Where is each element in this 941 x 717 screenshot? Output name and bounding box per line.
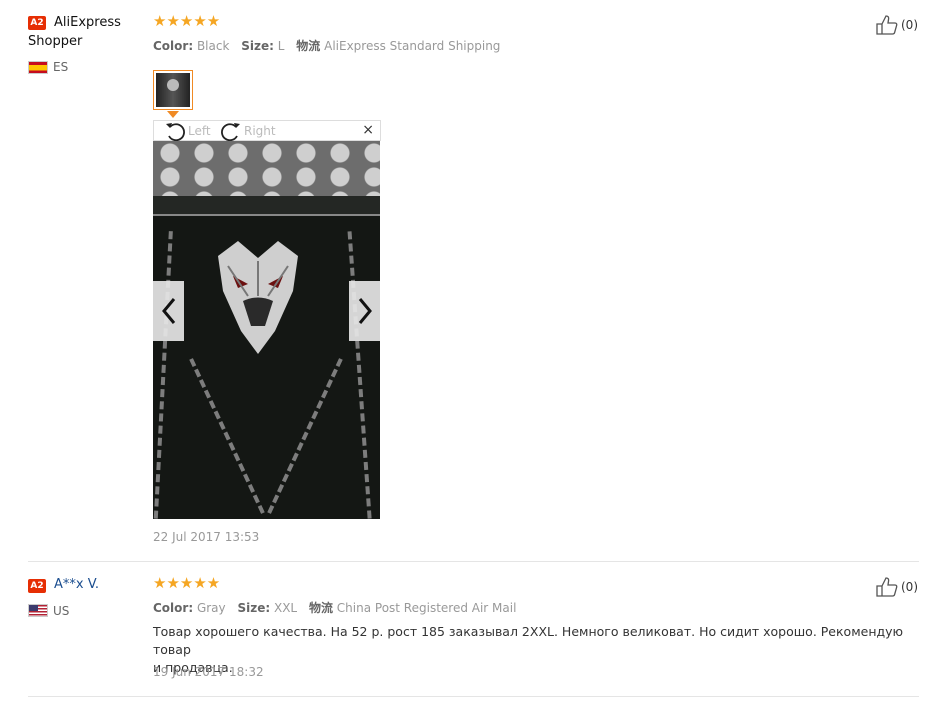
rotate-left-label: Left bbox=[188, 124, 211, 138]
reviewer-country: ES bbox=[53, 60, 69, 74]
review-divider bbox=[28, 696, 919, 697]
rotate-left-button[interactable]: Left bbox=[164, 121, 211, 141]
review-text-line: Товар хорошего качества. На 52 р. рост 1… bbox=[153, 624, 904, 657]
thumbnail-pointer bbox=[167, 111, 179, 118]
reviewer-name-line2: Shopper bbox=[28, 34, 83, 49]
spain-flag-icon bbox=[28, 61, 48, 74]
color-label: Color: bbox=[153, 39, 194, 53]
shipping-label: 物流 bbox=[296, 39, 321, 53]
seam bbox=[189, 358, 265, 514]
purchase-attributes: Color: Black Size: L 物流 AliExpress Stand… bbox=[153, 37, 500, 54]
reviewer-name: AliExpress bbox=[54, 15, 121, 30]
rotate-left-icon bbox=[166, 123, 185, 141]
reviewer-badge: A2 bbox=[28, 16, 46, 30]
reviewer-name[interactable]: A**x V. bbox=[54, 575, 99, 594]
color-value: Black bbox=[196, 39, 230, 53]
wolf-print-image bbox=[218, 241, 298, 354]
chevron-right-icon bbox=[358, 298, 372, 324]
helpful-button[interactable]: (0) bbox=[876, 577, 918, 597]
thumbnail-image bbox=[156, 73, 190, 107]
helpful-count: (0) bbox=[901, 580, 918, 594]
size-value: L bbox=[277, 39, 285, 53]
star-rating: ★★★★★ bbox=[153, 574, 221, 592]
us-flag-icon bbox=[28, 604, 48, 617]
seam bbox=[153, 231, 173, 519]
shipping-value: AliExpress Standard Shipping bbox=[324, 39, 501, 53]
reviewer-country: US bbox=[53, 604, 70, 618]
size-value: XXL bbox=[273, 601, 298, 615]
seam bbox=[267, 358, 343, 514]
review-photo bbox=[153, 141, 380, 519]
shipping-value: China Post Registered Air Mail bbox=[336, 601, 517, 615]
waistband bbox=[153, 196, 380, 216]
rotate-right-label: Right bbox=[244, 124, 276, 138]
polka-dot-waistband bbox=[153, 141, 380, 201]
previous-photo-button[interactable] bbox=[153, 281, 184, 341]
seam bbox=[347, 231, 373, 519]
next-photo-button[interactable] bbox=[349, 281, 380, 341]
close-icon[interactable]: × bbox=[362, 122, 374, 138]
purchase-attributes: Color: Gray Size: XXL 物流 China Post Regi… bbox=[153, 599, 516, 616]
review-text: Товар хорошего качества. На 52 р. рост 1… bbox=[153, 623, 913, 677]
photo-toolbar: Left Right × bbox=[153, 120, 381, 141]
thumbs-up-icon bbox=[876, 577, 898, 597]
color-label: Color: bbox=[153, 601, 194, 615]
review-text-line: и продавца. bbox=[153, 660, 233, 675]
size-label: Size: bbox=[241, 39, 274, 53]
reviewer-badge: A2 bbox=[28, 579, 46, 593]
photo-thumbnail[interactable] bbox=[153, 70, 193, 110]
review-divider bbox=[28, 561, 919, 562]
color-value: Gray bbox=[196, 601, 226, 615]
rotate-right-icon bbox=[221, 123, 240, 141]
shipping-label: 物流 bbox=[308, 601, 333, 615]
review-date: 19 Jun 2017 18:32 bbox=[153, 665, 264, 679]
rotate-right-button[interactable]: Right bbox=[220, 121, 276, 141]
helpful-button[interactable]: (0) bbox=[876, 15, 918, 35]
star-rating: ★★★★★ bbox=[153, 12, 221, 30]
helpful-count: (0) bbox=[901, 18, 918, 32]
review-date: 22 Jul 2017 13:53 bbox=[153, 530, 260, 544]
chevron-left-icon bbox=[161, 298, 175, 324]
thumbs-up-icon bbox=[876, 15, 898, 35]
size-label: Size: bbox=[237, 601, 271, 615]
